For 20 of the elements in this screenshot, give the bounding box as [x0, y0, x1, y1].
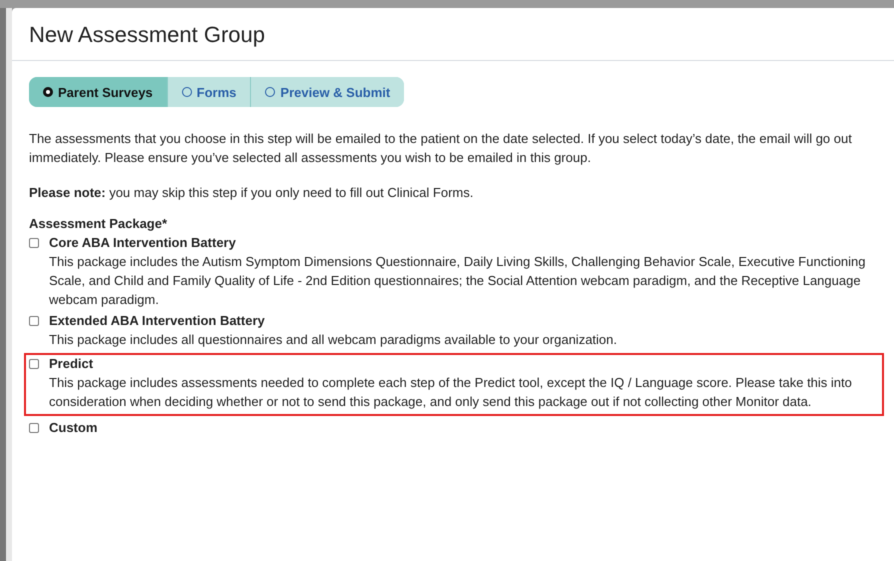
checkbox[interactable] [29, 359, 39, 369]
radio-icon [43, 87, 53, 97]
package-name: Extended ABA Intervention Battery [49, 312, 266, 330]
step-tab[interactable]: Parent Surveys [29, 77, 168, 107]
package-name: Custom [49, 419, 98, 437]
note-text: Please note: you may skip this step if you only need to fill out Clinical Forms. [29, 184, 474, 202]
dialog-title: New Assessment Group [28, 21, 266, 49]
package-name: Core ABA Intervention Battery [49, 234, 237, 252]
checkbox[interactable] [29, 423, 39, 433]
package-name: Predict [49, 355, 94, 373]
package-description: This package includes assessments needed to complete each step of the Predict tool, except the IQ / Language score. Please take this into consideration when deciding whether or not to send this package, and only send this package out if not collecting other Monitor data. [49, 374, 853, 411]
field-label: Assessment Package [29, 216, 162, 231]
radio-icon [182, 87, 192, 97]
package-description: This package includes all questionnaires and all webcam paradigms available to your organization. [49, 331, 618, 349]
checkbox[interactable] [29, 316, 39, 326]
intro-text: The assessments that you choose in this step will be emailed to the patient on the date selected. If you select today’s date, the email will go out immediately. Please ensure you’ve selected all assessments you wish to be emailed in this group. [29, 130, 853, 167]
checkbox[interactable] [29, 238, 39, 248]
package-description: This package includes the Autism Symptom Dimensions Questionnaire, Daily Living Skills, Challenging Behavior Scale, Executive Functioning Scale, and Child and Family Quality of Life - 2nd Edition questionnaires; the Social Attention webcam paradigm, and the Receptive Language webcam paradigm. [49, 253, 867, 309]
radio-icon [265, 87, 276, 97]
required-mark: * [162, 216, 168, 231]
